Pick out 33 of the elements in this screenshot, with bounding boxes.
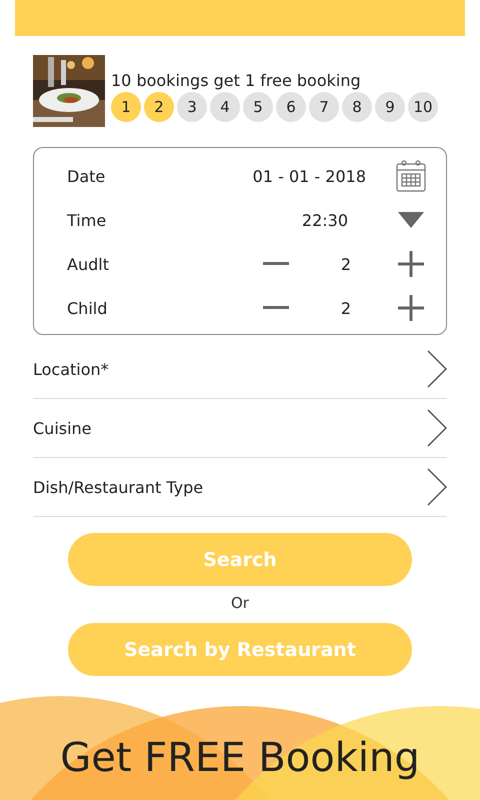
booking-stamp: 5: [243, 92, 273, 122]
filter-row[interactable]: Dish/Restaurant Type: [33, 458, 447, 517]
booking-stamp: 1: [111, 92, 141, 122]
promo-headline: 10 bookings get 1 free booking: [111, 70, 362, 90]
or-separator: Or: [231, 594, 249, 612]
calendar-icon[interactable]: [396, 160, 426, 192]
booking-stamp: 10: [408, 92, 438, 122]
date-value: 01 - 01 - 2018: [252, 166, 366, 186]
chevron-icon: [427, 409, 447, 447]
field-label: Child: [67, 298, 108, 318]
minus-button[interactable]: [263, 306, 289, 310]
booking-stamp: 8: [342, 92, 372, 122]
plus-button[interactable]: [398, 251, 424, 277]
count-value: 2: [340, 298, 352, 318]
booking-stamp: 7: [309, 92, 339, 122]
count-value: 2: [340, 254, 352, 274]
booking-stamp: 9: [375, 92, 405, 122]
banner-title: Get FREE Booking: [60, 735, 420, 781]
dropdown-icon[interactable]: [398, 212, 424, 228]
chevron-icon: [427, 468, 447, 506]
booking-stamp: 3: [177, 92, 207, 122]
chevron-icon: [427, 350, 447, 388]
field-label: Time: [67, 210, 108, 230]
booking-stamp: 4: [210, 92, 240, 122]
plus-button[interactable]: [398, 295, 424, 321]
booking-stamp: 6: [276, 92, 306, 122]
booking-stamp: 2: [144, 92, 174, 122]
time-value: 22:30: [302, 210, 348, 230]
filter-row[interactable]: Location*: [33, 340, 447, 399]
field-label: Date: [67, 166, 106, 186]
filter-row[interactable]: Cuisine: [33, 399, 447, 458]
field-label: Audlt: [67, 254, 110, 274]
minus-button[interactable]: [263, 262, 289, 266]
